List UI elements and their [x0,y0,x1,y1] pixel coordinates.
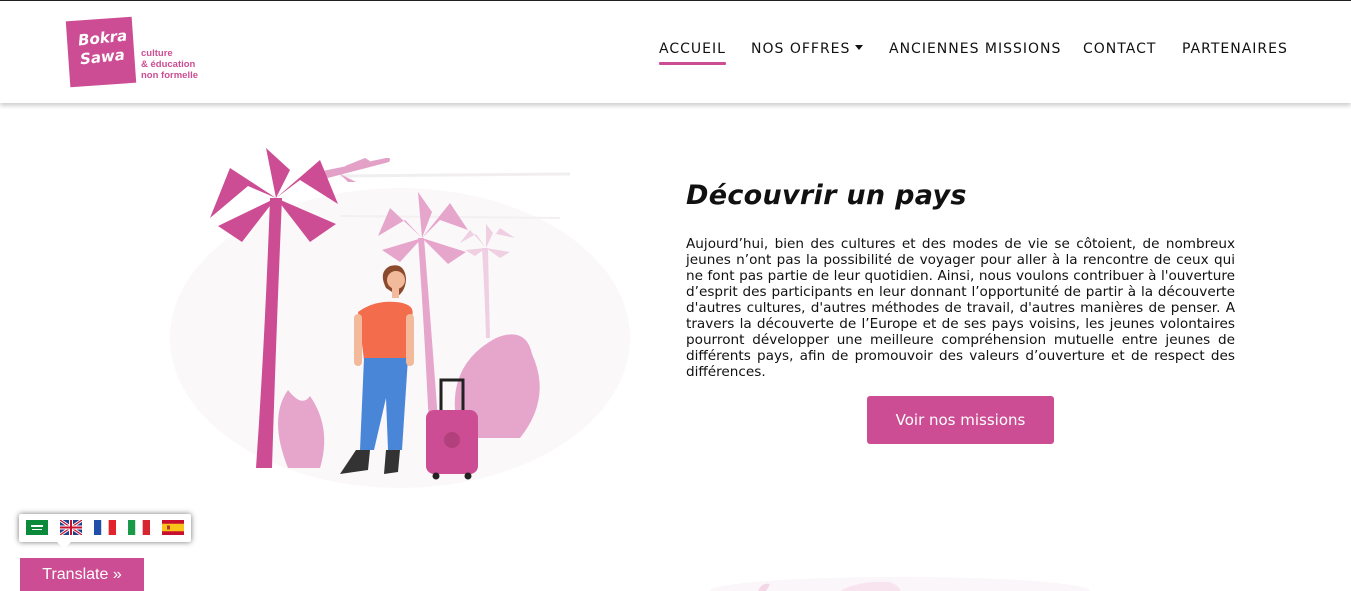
intro-paragraph: Aujourd’hui, bien des cultures et des mo… [686,236,1235,380]
site-logo[interactable]: Bokra Sawa culture & éducation non forme… [65,16,206,89]
nav-item-anciennes-missions[interactable]: ANCIENNES MISSIONS [889,41,1061,57]
nav-item-accueil[interactable]: ACCUEIL [659,41,726,65]
logo-tagline-1: culture [141,48,173,59]
travel-illustration [170,148,630,488]
translate-button[interactable]: Translate » [20,558,144,591]
decorative-illustration-partial [710,577,1090,591]
intro-section: Découvrir un pays Aujourd’hui, bien des … [686,180,1235,380]
logo-tagline-2: & éducation [141,59,196,70]
french-flag-icon[interactable] [94,520,116,535]
view-missions-button[interactable]: Voir nos missions [867,396,1054,444]
italian-flag-icon[interactable] [128,520,150,535]
nav-label: CONTACT [1083,41,1157,57]
page-title: Découvrir un pays [686,180,967,211]
language-flags-bar [19,514,191,549]
nav-item-contact[interactable]: CONTACT [1083,41,1156,57]
spanish-flag-icon[interactable] [162,520,184,535]
nav-label: ANCIENNES MISSIONS [889,41,1062,57]
caret-down-icon [855,44,864,50]
arabic-flag-icon[interactable] [26,520,48,535]
nav-label: ACCUEIL [659,41,726,57]
english-flag-icon[interactable] [60,520,82,535]
logo-tagline-3: non formelle [141,70,199,81]
nav-label: PARTENAIRES [1182,41,1288,57]
nav-item-partenaires[interactable]: PARTENAIRES [1182,41,1288,57]
nav-label: NOS OFFRES [751,41,851,57]
site-header: Bokra Sawa culture & éducation non forme… [0,1,1351,103]
nav-item-nos-offres[interactable]: NOS OFFRES [751,41,864,57]
